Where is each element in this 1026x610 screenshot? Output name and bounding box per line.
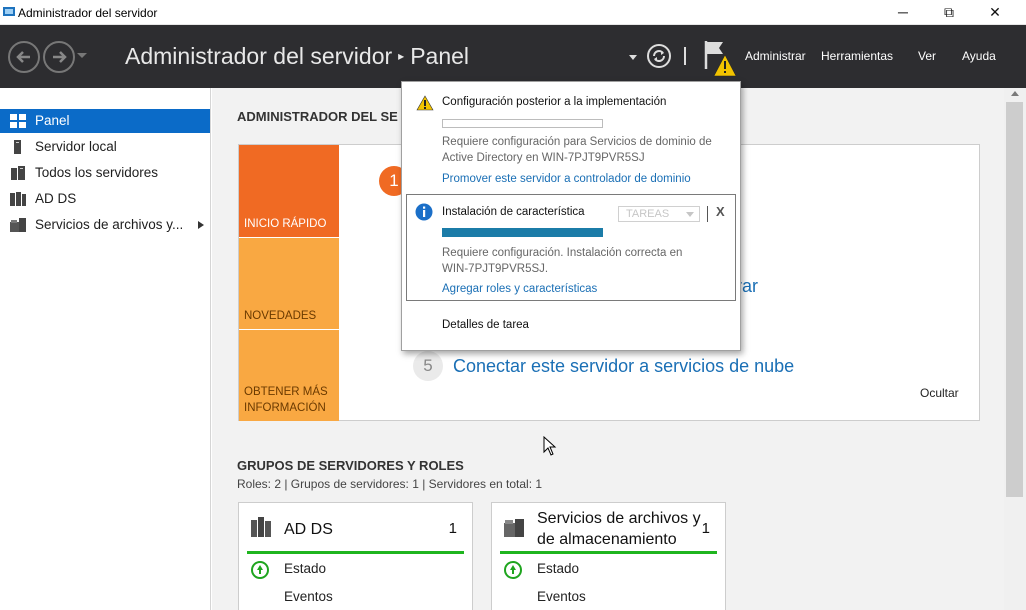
tile-quick-start[interactable]: INICIO RÁPIDO [239,145,339,237]
welcome-title: ADMINISTRADOR DEL SE [237,109,398,124]
status-ok-icon [251,561,269,579]
server-manager-app-icon [3,7,15,16]
card-title-line-2: de almacenamiento [537,531,677,548]
tasks-dropdown[interactable]: TAREAS [618,206,700,222]
card-events-link[interactable]: Eventos [284,589,333,604]
notifications-popup: Configuración posterior a la implementac… [401,81,741,351]
breadcrumb-separator-icon: ▸ [398,49,405,63]
groups-summary: Roles: 2 | Grupos de servidores: 1 | Ser… [237,477,543,491]
breadcrumb-current: Panel [410,43,470,69]
separator [707,206,708,222]
tile-label: NOVEDADES [244,310,317,322]
expand-arrow-icon[interactable] [198,221,204,229]
sidebar-item-adds[interactable]: AD DS [0,187,210,211]
sidebar-item-file-services[interactable]: Servicios de archivos y... [0,213,210,237]
mouse-cursor-icon [543,436,557,456]
minimize-button[interactable]: ─ [880,0,926,25]
hide-link[interactable]: Ocultar [920,386,959,400]
status-bar [500,551,717,554]
scrollbar-thumb[interactable] [1006,102,1023,497]
dismiss-notification-button[interactable]: X [716,204,725,219]
sidebar-item-label: Panel [35,113,70,128]
card-title[interactable]: Servicios de archivos y de almacenamient… [537,508,701,550]
task-details-link[interactable]: Detalles de tarea [442,319,529,331]
card-status-link[interactable]: Estado [284,561,326,576]
sidebar-item-all-servers[interactable]: Todos los servidores [0,161,210,185]
notification-title: Instalación de característica [442,206,585,218]
chevron-down-icon [686,212,694,217]
notification-text-line-2: Active Directory en WIN-7PJT9PVR5SJ [442,152,645,164]
tile-label: OBTENER MÁS INFORMACIÓN [244,384,328,416]
sidebar-item-label: Todos los servidores [35,165,159,180]
card-status-link[interactable]: Estado [537,561,579,576]
window-title: Administrador del servidor [18,6,158,20]
file-services-icon [10,218,26,232]
card-events-link[interactable]: Eventos [537,589,586,604]
add-roles-link[interactable]: Agregar roles y características [442,283,597,295]
close-button[interactable]: ✕ [972,0,1018,25]
breadcrumb-dropdown-icon[interactable] [629,55,637,60]
app-header: Administrador del servidor ▸ Panel Adminis… [0,25,1026,88]
vertical-scrollbar[interactable] [1004,88,1026,610]
breadcrumb-root[interactable]: Administrador del servidor [125,43,392,69]
progress-fill [443,229,602,236]
back-button[interactable] [8,41,40,73]
window-titlebar: Administrador del servidor ─ ⧉ ✕ [0,0,1026,25]
tasks-label: TAREAS [626,208,670,220]
notification-item-feature-install: Instalación de característica TAREAS X R… [406,194,736,301]
notification-progress [442,119,603,128]
notification-text-line-1: Requiere configuración para Servicios de… [442,136,712,148]
info-icon [415,203,433,221]
restore-button[interactable]: ⧉ [926,0,972,25]
breadcrumb: Administrador del servidor ▸ Panel [125,43,469,70]
card-count: 1 [701,520,710,537]
card-count: 1 [448,520,457,537]
card-title[interactable]: AD DS [284,519,333,540]
card-title-line-1: Servicios de archivos y [537,510,701,527]
refresh-button[interactable] [647,44,671,68]
role-card-adds[interactable]: AD DS 1 Estado Eventos [238,502,473,610]
scroll-up-icon[interactable] [1011,91,1019,96]
sidebar-item-panel[interactable]: Panel [0,109,210,133]
notifications-flag-icon[interactable] [703,39,739,77]
sidebar-item-local-server[interactable]: Servidor local [0,135,210,159]
sidebar: Panel Servidor local Todos los servidore… [0,88,211,610]
tile-label-line-1: OBTENER MÁS [244,386,328,398]
history-dropdown-icon[interactable] [77,53,87,58]
refresh-icon [653,50,665,62]
menu-view[interactable]: Ver [918,49,936,63]
sidebar-item-label: Servicios de archivos y... [35,217,184,232]
arrow-right-icon [53,51,67,63]
warning-icon [416,95,434,111]
adds-icon [251,517,271,537]
promote-dc-link[interactable]: Promover este servidor a controlador de … [442,173,691,185]
servers-icon [11,166,25,180]
menu-manage[interactable]: Administrar [745,49,806,63]
role-card-file-services[interactable]: Servicios de archivos y de almacenamient… [491,502,726,610]
server-icon [14,140,21,154]
sidebar-item-label: AD DS [35,191,77,206]
notification-text-line-2: WIN-7PJT9PVR5SJ. [442,263,549,275]
tile-label: INICIO RÁPIDO [244,218,327,230]
header-separator [684,47,686,65]
tile-label-line-2: INFORMACIÓN [244,402,326,414]
notification-text-line-1: Requiere configuración. Instalación corr… [442,247,683,259]
menu-help[interactable]: Ayuda [962,49,996,63]
tile-learn-more[interactable]: OBTENER MÁS INFORMACIÓN [239,330,339,421]
step-5-link[interactable]: Conectar este servidor a servicios de nu… [453,356,794,377]
adds-icon [10,192,26,206]
dashboard-icon [10,114,26,128]
notification-title: Configuración posterior a la implementac… [442,96,667,108]
file-services-icon [504,519,524,537]
arrow-left-icon [16,51,30,63]
step-5-badge: 5 [413,351,443,381]
tile-whats-new[interactable]: NOVEDADES [239,238,339,329]
status-bar [247,551,464,554]
forward-button[interactable] [43,41,75,73]
menu-tools[interactable]: Herramientas [821,49,893,63]
groups-title: GRUPOS DE SERVIDORES Y ROLES [237,458,464,473]
sidebar-item-label: Servidor local [35,139,117,154]
notification-progress [442,228,603,237]
status-ok-icon [504,561,522,579]
